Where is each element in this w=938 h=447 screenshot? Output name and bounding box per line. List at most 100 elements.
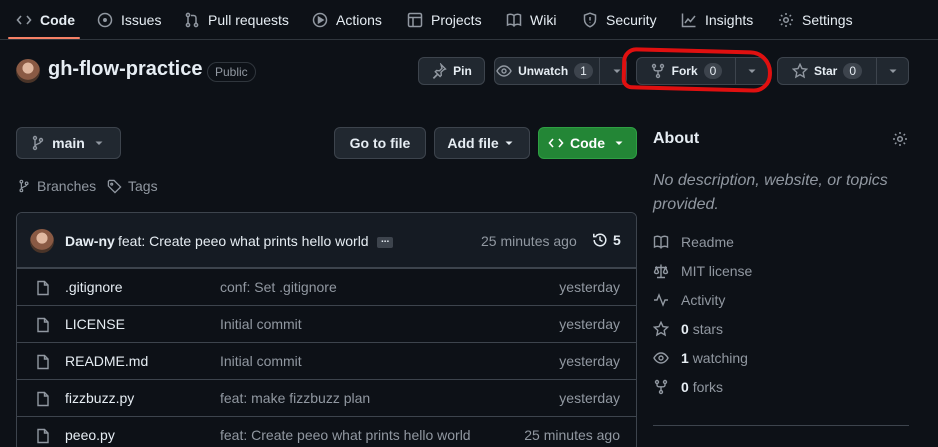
play-icon <box>312 12 328 28</box>
law-icon <box>653 264 669 279</box>
gear-icon <box>779 13 793 27</box>
code-label: Code <box>570 135 605 151</box>
file-name[interactable]: LICENSE <box>65 316 125 332</box>
table-row[interactable]: LICENSE Initial commit yesterday <box>17 305 636 342</box>
file-commit-message[interactable]: feat: Create peeo what prints hello worl… <box>220 427 471 443</box>
unwatch-button[interactable]: Unwatch 1 <box>494 57 627 85</box>
forks-label: forks <box>692 379 724 395</box>
button-divider <box>876 58 877 84</box>
tab-projects-label: Projects <box>431 12 482 28</box>
file-name[interactable]: README.md <box>65 353 148 369</box>
author-avatar[interactable] <box>30 229 54 253</box>
file-name[interactable]: peeo.py <box>65 427 115 443</box>
readme-label: Readme <box>681 234 734 250</box>
file-commit-message[interactable]: Initial commit <box>220 353 302 369</box>
readme-link[interactable]: Readme <box>653 234 734 250</box>
go-to-file-label: Go to file <box>349 135 411 151</box>
watching-label: watching <box>692 350 748 366</box>
go-to-file-button[interactable]: Go to file <box>334 127 426 159</box>
file-name[interactable]: .gitignore <box>65 279 123 295</box>
commit-message[interactable]: feat: Create peeo what prints hello worl… <box>118 233 369 249</box>
activity-link[interactable]: Activity <box>653 292 725 308</box>
file-icon <box>37 354 49 370</box>
about-description: No description, website, or topics provi… <box>653 172 888 213</box>
add-file-button[interactable]: Add file <box>434 127 530 159</box>
unwatch-label: Unwatch <box>518 64 569 78</box>
tab-wiki-label: Wiki <box>530 12 557 28</box>
branches-label: Branches <box>37 178 97 194</box>
eye-icon <box>496 65 512 77</box>
file-commit-message[interactable]: feat: make fizzbuzz plan <box>220 390 370 406</box>
commit-count: 5 <box>613 232 621 248</box>
pin-button[interactable]: Pin <box>418 57 485 85</box>
pulse-icon <box>654 293 668 307</box>
file-commit-time: yesterday <box>559 353 620 369</box>
table-row[interactable]: .gitignore conf: Set .gitignore yesterda… <box>17 268 636 305</box>
branch-icon <box>32 135 44 151</box>
file-commit-time: yesterday <box>559 279 620 295</box>
branch-name: main <box>52 135 85 151</box>
book-icon <box>653 235 669 249</box>
divider <box>653 425 909 426</box>
eye-icon <box>653 352 669 364</box>
add-file-label: Add file <box>447 135 499 151</box>
license-link[interactable]: MIT license <box>653 263 752 279</box>
tab-actions[interactable]: Actions <box>312 0 382 40</box>
table-row[interactable]: fizzbuzz.py feat: make fizzbuzz plan yes… <box>17 379 636 416</box>
repo-nav: Code Issues Pull requests Actions Projec… <box>0 0 938 40</box>
chevron-down-icon <box>615 141 623 145</box>
commit-history-link[interactable]: 5 <box>592 232 621 248</box>
table-row[interactable]: peeo.py feat: Create peeo what prints he… <box>17 416 636 447</box>
tab-security-label: Security <box>606 12 657 28</box>
chevron-down-icon <box>95 141 103 145</box>
watching-link[interactable]: 1 watching <box>653 350 748 366</box>
branch-selector[interactable]: main <box>16 127 121 159</box>
star-main[interactable]: Star 0 <box>778 58 876 84</box>
book-icon <box>506 13 522 27</box>
commit-ellipsis-button[interactable]: ... <box>377 235 394 248</box>
stars-link[interactable]: 0 stars <box>653 321 723 337</box>
commit-author[interactable]: Daw-ny <box>65 233 115 249</box>
code-button[interactable]: Code <box>538 127 637 159</box>
active-tab-indicator <box>8 37 80 39</box>
fork-icon <box>654 379 668 395</box>
file-name[interactable]: fizzbuzz.py <box>65 390 134 406</box>
file-commit-message[interactable]: Initial commit <box>220 316 302 332</box>
history-icon <box>593 233 607 247</box>
code-icon <box>16 15 32 25</box>
stars-label: stars <box>692 321 724 337</box>
tab-pull-requests[interactable]: Pull requests <box>184 0 289 40</box>
file-commit-time: yesterday <box>559 316 620 332</box>
file-icon <box>37 317 49 333</box>
owner-avatar[interactable] <box>16 59 40 83</box>
about-heading: About <box>653 130 700 147</box>
repo-name[interactable]: gh-flow-practice <box>48 58 202 81</box>
forks-link[interactable]: 0 forks <box>653 379 723 395</box>
file-commit-message[interactable]: conf: Set .gitignore <box>220 279 337 295</box>
tab-issues-label: Issues <box>121 12 162 28</box>
activity-label: Activity <box>681 292 726 308</box>
tab-code[interactable]: Code <box>16 0 75 40</box>
code-icon <box>548 138 564 148</box>
pin-icon <box>432 63 447 79</box>
file-commit-time: yesterday <box>559 390 620 406</box>
gear-icon[interactable] <box>892 131 908 147</box>
license-label: MIT license <box>681 263 753 279</box>
file-icon <box>37 428 49 444</box>
pull-request-icon <box>185 12 199 28</box>
star-button[interactable]: Star 0 <box>777 57 909 85</box>
shield-icon <box>583 12 597 28</box>
commit-time: 25 minutes ago <box>481 233 577 249</box>
stars-count: 0 <box>681 321 689 337</box>
tab-wiki[interactable]: Wiki <box>506 0 556 40</box>
tab-projects[interactable]: Projects <box>407 0 482 40</box>
chevron-down-icon[interactable] <box>885 63 901 79</box>
tab-security[interactable]: Security <box>582 0 657 40</box>
tab-settings[interactable]: Settings <box>778 0 853 40</box>
table-row[interactable]: README.md Initial commit yesterday <box>17 342 636 379</box>
branches-link[interactable]: Branches <box>17 178 96 194</box>
tags-link[interactable]: Tags <box>107 178 158 194</box>
tab-issues[interactable]: Issues <box>97 0 161 40</box>
tags-label: Tags <box>128 178 158 194</box>
tab-insights[interactable]: Insights <box>681 0 753 40</box>
